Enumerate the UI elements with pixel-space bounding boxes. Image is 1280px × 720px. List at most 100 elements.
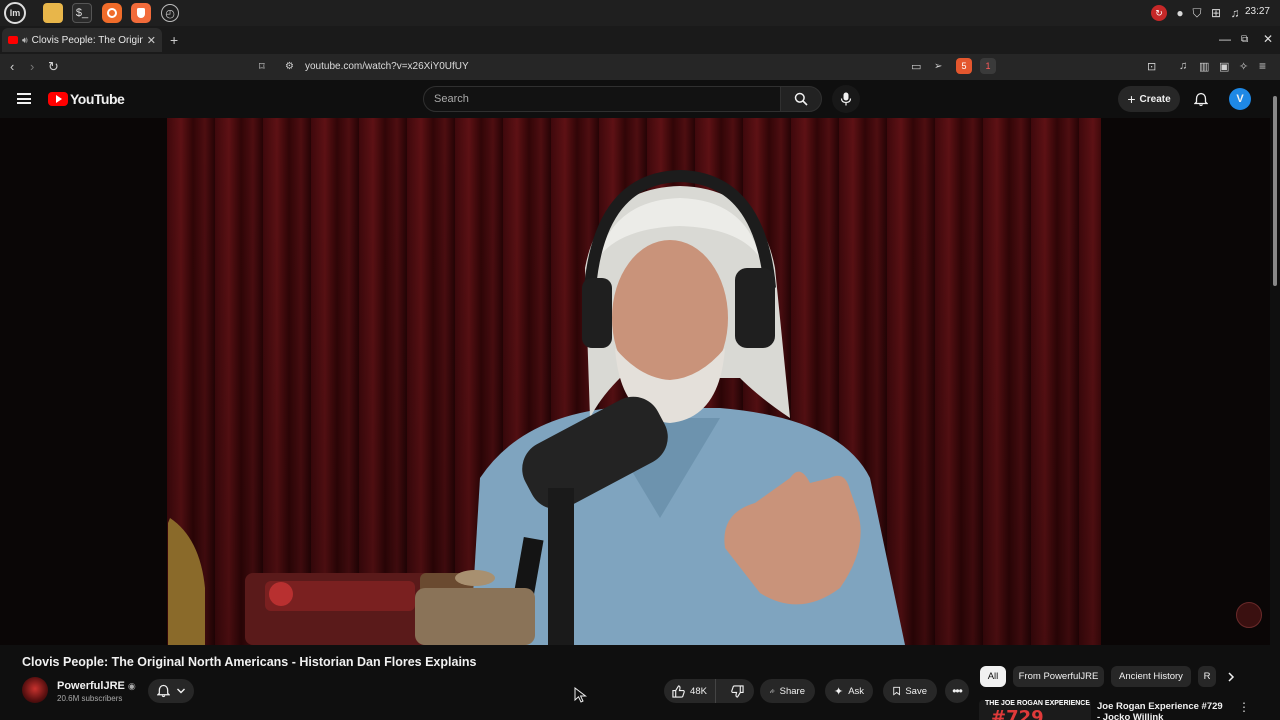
cast-icon[interactable]: ▭ (911, 60, 921, 73)
thumbnail-caption: THE JOE ROGAN EXPERIENCE (985, 700, 1091, 707)
leo-icon[interactable]: ✧ (1239, 60, 1248, 73)
thumbnail-number: #729 (991, 707, 1044, 720)
scrollbar-thumb[interactable] (1273, 96, 1277, 286)
verified-badge-icon: ◉ (127, 681, 136, 691)
files-icon[interactable] (43, 3, 63, 23)
bell-icon (1194, 92, 1208, 106)
brave-icon[interactable] (131, 3, 151, 23)
create-button[interactable]: + Create (1118, 86, 1180, 112)
channel-avatar[interactable] (22, 677, 48, 703)
screenshot-icon[interactable]: ⊡ (1147, 60, 1156, 73)
subscription-notifications-button[interactable] (148, 679, 194, 703)
save-label: Save (905, 685, 927, 697)
recommended-video-title[interactable]: Joe Rogan Experience #729 - Jocko Willin… (1097, 701, 1225, 720)
like-dislike-group: 48K (664, 679, 754, 703)
subscriber-count: 20.6M subscribers (57, 694, 123, 703)
video-frame-speaker (168, 169, 905, 645)
brave-shields-icon[interactable]: 5 (956, 58, 972, 74)
notifications-button[interactable] (1190, 88, 1212, 110)
close-window-icon[interactable]: ✕ (1263, 32, 1273, 46)
cloud-icon[interactable]: ● (1174, 5, 1186, 21)
shield-tray-icon[interactable]: ⛉ (1190, 5, 1204, 21)
music-icon[interactable]: ♫ (1228, 5, 1242, 21)
firefox-icon[interactable] (102, 3, 122, 23)
share-button[interactable]: Share (760, 679, 815, 703)
tab-active[interactable]: 🔊︎ Clovis People: The Original North Ame… (2, 28, 162, 52)
url-field[interactable]: youtube.com/watch?v=x26XiY0UfUY (305, 61, 469, 72)
maximize-icon[interactable]: ⧉ (1241, 34, 1248, 45)
back-icon[interactable]: ‹ (10, 59, 14, 74)
close-tab-icon[interactable]: ✕ (147, 34, 156, 47)
shield-count: 5 (961, 61, 967, 71)
video-player[interactable] (0, 118, 1270, 645)
new-tab-button[interactable]: + (170, 32, 178, 48)
youtube-logo-icon[interactable] (48, 92, 68, 106)
browser-toolbar: ‹ › ↻ ⌑ ⚙ youtube.com/watch?v=x26XiY0UfU… (0, 54, 1280, 80)
more-horizontal-icon: ••• (952, 684, 963, 698)
more-vertical-icon[interactable]: ⋮ (1238, 700, 1250, 714)
chip-ancient-history[interactable]: Ancient History (1111, 666, 1191, 687)
guide-menu-icon[interactable] (17, 93, 31, 104)
ask-label: Ask (848, 685, 865, 697)
plus-icon: + (1127, 91, 1136, 107)
channel-name-link[interactable]: PowerfulJRE ◉ (57, 680, 136, 692)
bookmark-save-icon (893, 686, 901, 696)
youtube-favicon-icon (8, 36, 18, 44)
speaker-icon[interactable]: 🔊︎ (22, 35, 28, 46)
channel-watermark-icon[interactable] (1236, 602, 1262, 628)
chip-more[interactable]: R (1198, 666, 1216, 687)
create-label: Create (1139, 93, 1171, 105)
account-avatar[interactable]: V (1229, 88, 1251, 110)
site-info-icon[interactable]: ⚙ (285, 61, 294, 72)
youtube-masthead: YouTube + Create V (0, 80, 1280, 118)
rewards-icon[interactable]: 1 (980, 58, 996, 74)
channel-name: PowerfulJRE (57, 680, 125, 692)
video-title: Clovis People: The Original North Americ… (22, 655, 477, 669)
share-page-icon[interactable]: ➢ (934, 61, 942, 72)
minimize-icon[interactable]: — (1219, 32, 1231, 46)
reload-icon[interactable]: ↻ (48, 59, 59, 75)
network-icon[interactable]: ⊞ (1209, 5, 1223, 21)
like-button[interactable]: 48K (664, 679, 716, 703)
bookmark-icon[interactable]: ⌑ (259, 60, 265, 73)
browser-menu-icon[interactable]: ≡ (1259, 59, 1266, 73)
clock: 23:27 (1244, 6, 1270, 17)
dislike-button[interactable] (721, 679, 754, 703)
voice-search-button[interactable] (832, 85, 860, 113)
search-button[interactable] (780, 86, 822, 112)
chevron-down-icon (176, 688, 185, 694)
media-icon[interactable]: ♫ (1179, 60, 1187, 72)
tab-title: Clovis People: The Original North Americ… (31, 34, 143, 46)
share-label: Share (779, 685, 805, 697)
search-input[interactable] (434, 93, 770, 105)
os-menu-icon[interactable]: lm (4, 2, 26, 24)
chips-next-button[interactable] (1222, 668, 1240, 686)
forward-icon[interactable]: › (30, 59, 34, 74)
thumbs-down-icon (731, 684, 744, 698)
mouse-cursor-icon (574, 687, 587, 703)
thumbs-up-icon (672, 684, 685, 698)
chip-from-channel[interactable]: From PowerfulJRE (1013, 666, 1104, 687)
update-icon[interactable]: ↻ (1151, 5, 1167, 21)
like-count: 48K (690, 685, 707, 697)
search-icon (794, 92, 808, 106)
sparkle-icon: ✦ (833, 685, 844, 698)
page-scrollbar[interactable] (1270, 84, 1280, 720)
os-taskbar: lm $_ ◴ ↻ ● ⛉ ⊞ ♫ 23:27 (0, 0, 1280, 26)
youtube-logo-text[interactable]: YouTube (70, 91, 125, 107)
search-box (423, 86, 781, 112)
share-icon (770, 688, 775, 694)
terminal-icon[interactable]: $_ (72, 3, 92, 23)
chevron-right-icon (1228, 672, 1235, 682)
recommended-video-thumbnail[interactable]: THE JOE ROGAN EXPERIENCE #729 (979, 700, 1091, 720)
microphone-icon (840, 92, 852, 106)
chip-all[interactable]: All (980, 666, 1006, 687)
wallet-icon[interactable]: ▣ (1219, 60, 1229, 73)
ask-button[interactable]: ✦ Ask (825, 679, 873, 703)
system-settings-icon[interactable]: ◴ (161, 4, 179, 22)
bell-icon (156, 684, 170, 698)
browser-tab-strip: 🔊︎ Clovis People: The Original North Ame… (0, 26, 1280, 54)
sidebar-icon[interactable]: ▥ (1199, 60, 1209, 73)
save-button[interactable]: Save (883, 679, 937, 703)
more-actions-button[interactable]: ••• (945, 679, 969, 703)
